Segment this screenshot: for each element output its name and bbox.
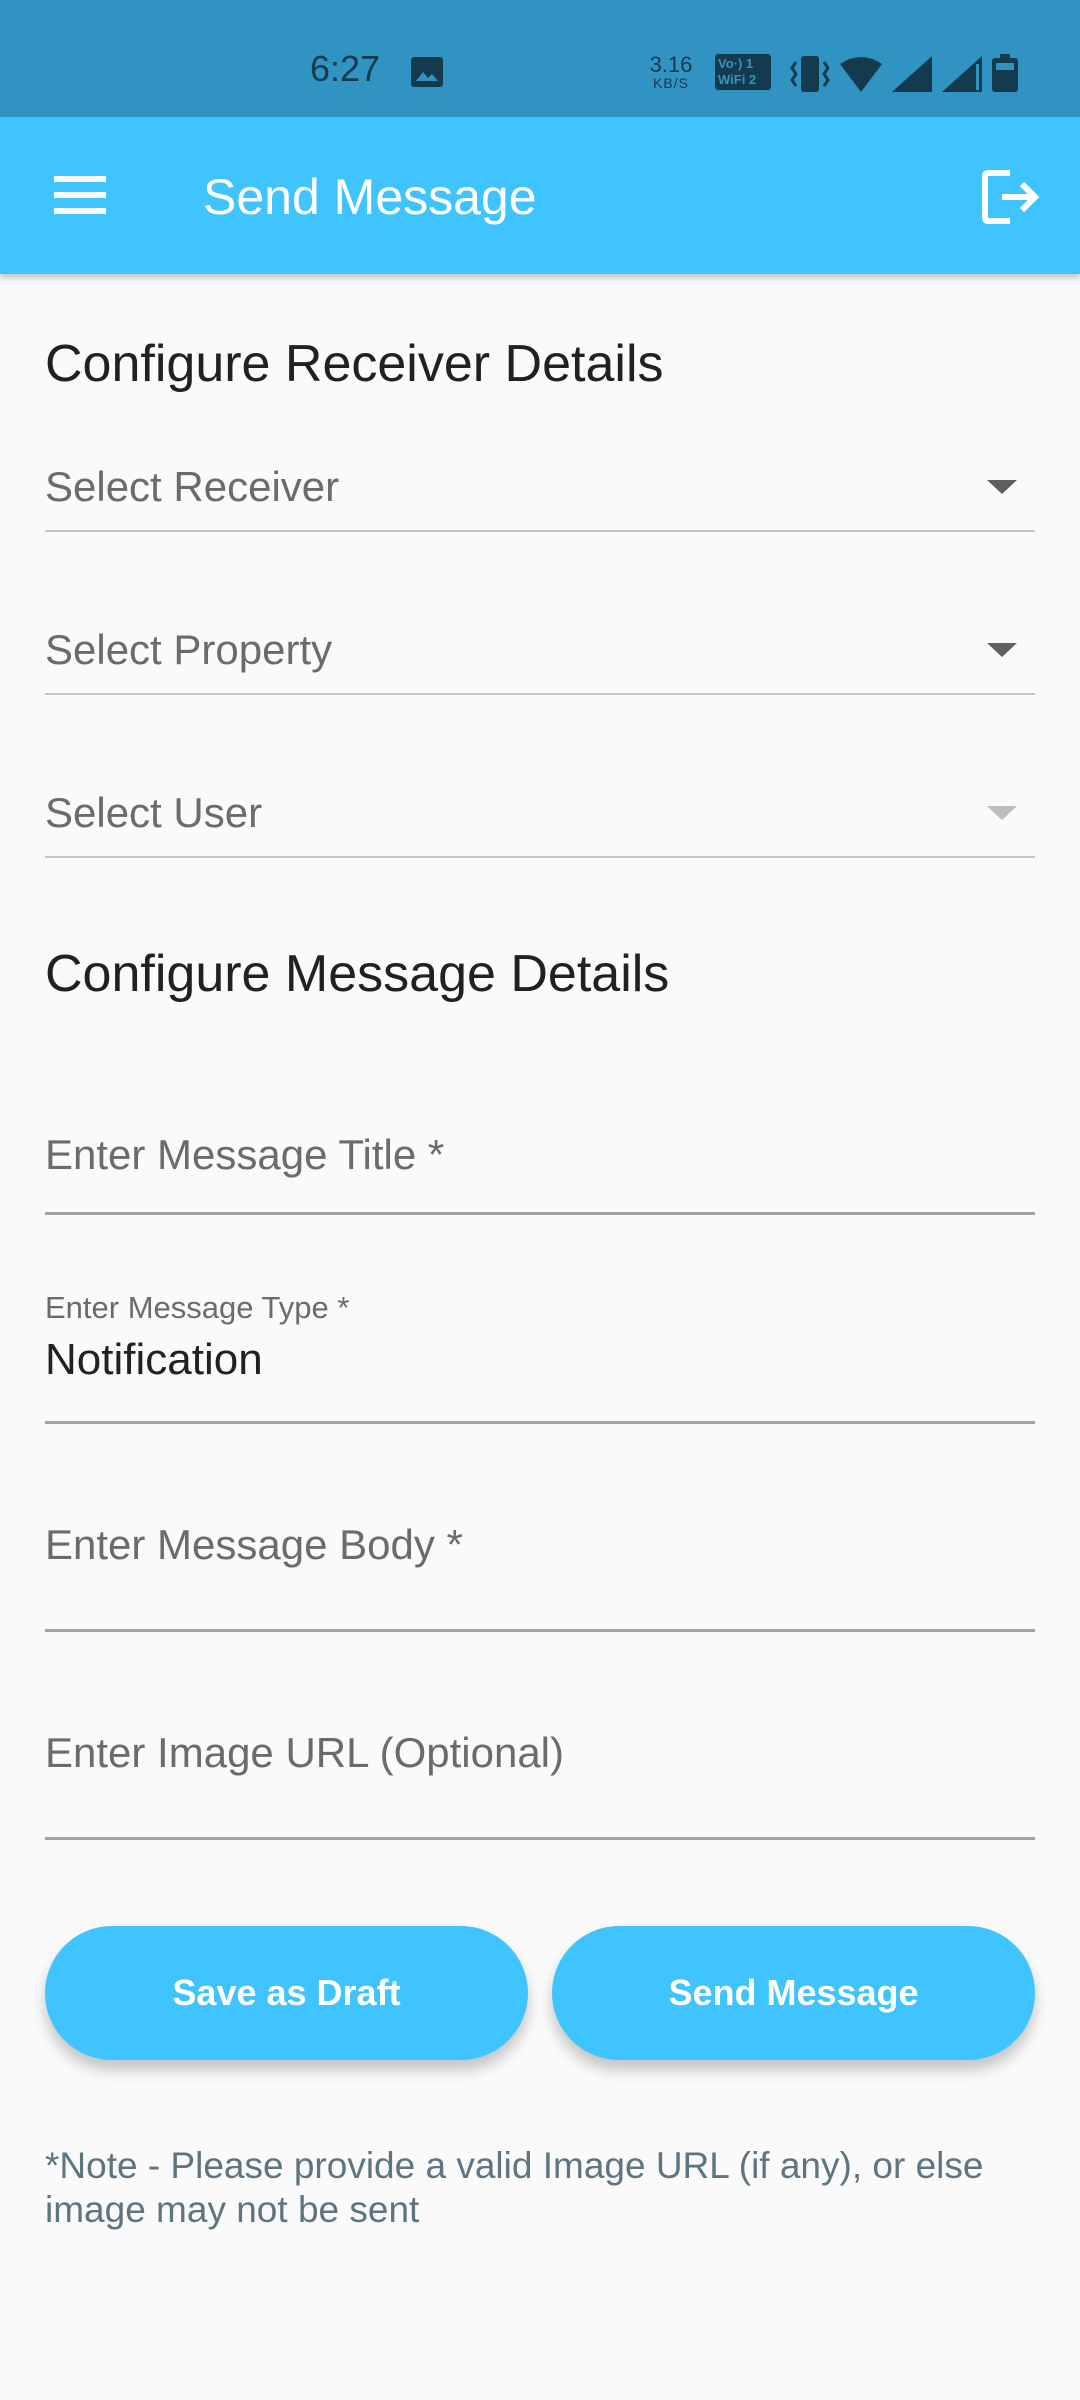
status-time: 6:27 [310,48,381,89]
volte-top-text: Vo·) 1 [718,56,754,71]
message-body-placeholder: Enter Message Body * [45,1521,463,1568]
dropdown-label: Select User [45,789,263,836]
send-message-button[interactable]: Send Message [552,1926,1035,2060]
message-title-placeholder: Enter Message Title * [45,1131,445,1178]
logout-button[interactable] [966,157,1056,237]
app-bar: Send Message [0,117,1080,274]
image-url-placeholder: Enter Image URL (Optional) [45,1729,564,1776]
image-url-input[interactable]: Enter Image URL (Optional) [45,1702,1035,1840]
battery-icon [992,54,1018,92]
volte-wifi-icon: Vo·) 1 WiFi 2 [715,54,771,90]
dropdown-arrow-icon [987,806,1017,820]
menu-button[interactable] [40,165,120,225]
dropdown-label: Select Property [45,626,333,673]
message-title-input[interactable]: Enter Message Title * [45,1074,1035,1215]
receiver-section-title: Configure Receiver Details [45,335,664,393]
select-user-dropdown[interactable]: Select User [45,764,1035,858]
message-body-input[interactable]: Enter Message Body * [45,1494,1035,1632]
save-draft-button[interactable]: Save as Draft [45,1926,528,2060]
hamburger-menu-icon [54,176,106,214]
message-type-label: Enter Message Type * [45,1290,350,1325]
volte-bottom-text: WiFi 2 [718,72,757,87]
message-type-value: Notification [45,1335,263,1384]
logout-icon [982,170,1040,224]
vibrate-icon [790,56,830,92]
dropdown-arrow-icon [987,643,1017,657]
photo-icon [411,57,443,87]
image-url-note: *Note - Please provide a valid Image URL… [45,2145,984,2230]
action-buttons: Save as Draft Send Message [45,1926,1035,2060]
page-title: Send Message [203,169,537,225]
select-receiver-dropdown[interactable]: Select Receiver [45,438,1035,532]
wifi-icon [840,57,882,92]
network-speed-unit: KB/S [653,75,689,91]
network-speed-value: 3.16 [649,52,693,77]
status-bar: 6:27 3.16 KB/S Vo·) 1 WiFi 2 [0,0,1080,117]
signal-icon [892,56,932,92]
network-speed: 3.16 KB/S [646,52,696,91]
dropdown-label: Select Receiver [45,463,340,510]
signal-icon [942,56,982,92]
message-section-title: Configure Message Details [45,945,670,1003]
dropdown-arrow-icon [987,480,1017,494]
message-type-input[interactable]: Enter Message Type * Notification [45,1290,1035,1424]
select-property-dropdown[interactable]: Select Property [45,601,1035,695]
